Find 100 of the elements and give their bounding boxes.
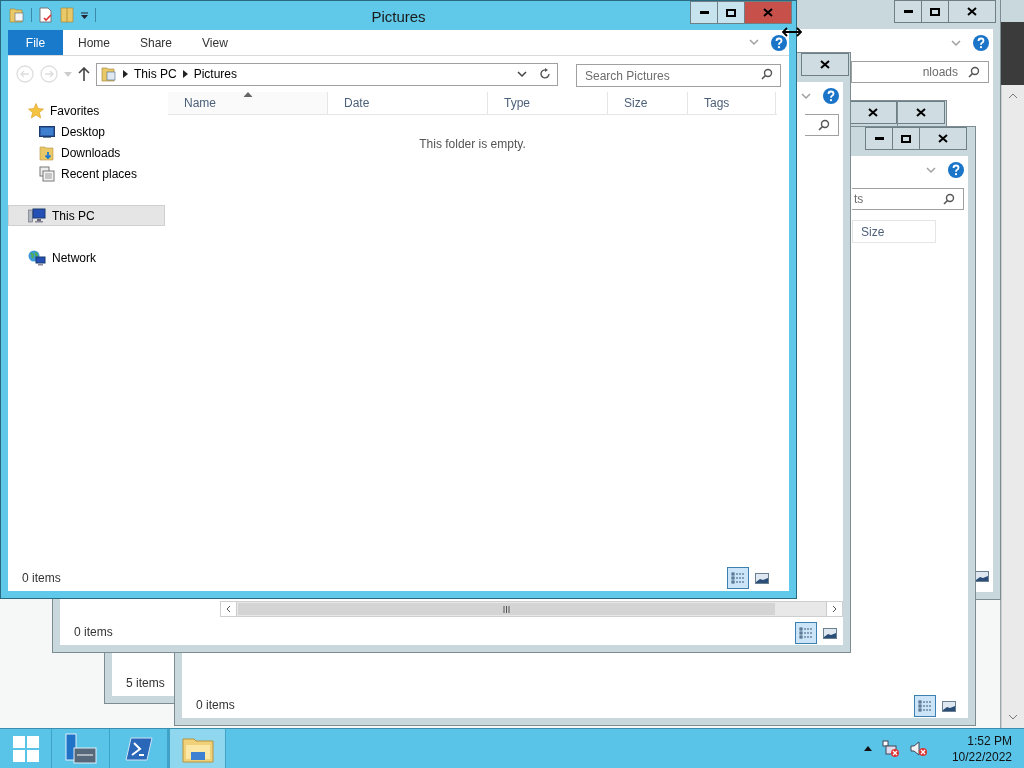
preview-pane-icon xyxy=(755,572,769,584)
details-view-icon xyxy=(799,627,813,639)
minimize-icon xyxy=(903,10,913,13)
dropdown-arrow-icon[interactable] xyxy=(80,10,89,20)
powershell-icon xyxy=(124,736,153,761)
column-header[interactable]: Type xyxy=(488,92,608,114)
close-icon xyxy=(916,108,926,117)
navigation-item[interactable]: Recent places xyxy=(8,163,165,184)
search-icon xyxy=(818,119,830,131)
computer-icon xyxy=(28,207,46,224)
close-icon xyxy=(763,8,773,17)
file-tab[interactable]: File xyxy=(8,30,63,55)
maximize-button[interactable] xyxy=(893,128,920,149)
search-field[interactable] xyxy=(805,114,839,136)
minimize-button[interactable] xyxy=(866,128,893,149)
breadcrumb-arrow-icon[interactable] xyxy=(123,70,128,78)
maximize-icon xyxy=(726,8,736,17)
up-arrow-icon[interactable] xyxy=(78,67,90,81)
dark-toolbar xyxy=(1001,22,1024,85)
help-icon[interactable] xyxy=(973,35,989,51)
network-icon xyxy=(28,249,46,266)
preview-pane-icon xyxy=(823,627,837,639)
column-header[interactable]: Size xyxy=(608,92,688,114)
folder-icon xyxy=(101,66,117,82)
navigation-item[interactable]: This PC xyxy=(8,205,165,226)
help-icon[interactable] xyxy=(771,34,787,51)
document-check-icon[interactable] xyxy=(38,7,54,23)
ribbon-tab[interactable]: View xyxy=(187,30,243,55)
close-icon xyxy=(868,108,878,117)
close-button[interactable] xyxy=(802,54,848,75)
chevron-left-icon xyxy=(226,605,231,613)
monitor-icon xyxy=(39,125,55,138)
search-field[interactable]: nloads xyxy=(851,61,989,83)
minimize-button[interactable] xyxy=(691,2,718,23)
navigation-item[interactable]: Downloads xyxy=(8,142,165,163)
close-icon xyxy=(967,7,977,16)
chevron-right-icon xyxy=(832,605,837,613)
scroll-up-icon[interactable] xyxy=(1008,93,1018,99)
navigation-item[interactable]: Favorites xyxy=(8,100,165,121)
scroll-down-icon[interactable] xyxy=(1008,714,1018,720)
status-text: 0 items xyxy=(74,624,113,641)
clock-time[interactable]: 1:52 PM xyxy=(967,732,1012,749)
help-icon[interactable] xyxy=(823,88,839,104)
close-icon xyxy=(938,134,948,143)
ribbon-tab[interactable]: Home xyxy=(63,30,125,55)
column-header[interactable]: Date xyxy=(328,92,488,114)
minimize-button[interactable] xyxy=(895,1,922,22)
search-field[interactable]: ts xyxy=(852,188,964,210)
show-hidden-icons-icon[interactable] xyxy=(863,746,872,751)
server-manager-icon xyxy=(63,732,98,765)
network-error-icon[interactable] xyxy=(881,739,900,758)
resize-cursor-icon xyxy=(782,27,802,37)
scrollbar-thumb[interactable] xyxy=(238,603,775,615)
ribbon-tab[interactable]: Share xyxy=(125,30,188,55)
chevron-down-icon[interactable] xyxy=(517,70,527,78)
status-text: 0 items xyxy=(22,570,61,587)
maximize-icon xyxy=(901,134,911,143)
speaker-muted-icon[interactable] xyxy=(909,739,928,758)
minimize-icon xyxy=(874,137,884,140)
help-icon[interactable] xyxy=(948,162,964,178)
close-button[interactable] xyxy=(920,128,966,149)
close-button[interactable] xyxy=(949,1,995,22)
address-bar[interactable]: This PC Pictures xyxy=(96,62,558,86)
column-header[interactable]: Size xyxy=(852,220,936,243)
vertical-scrollbar[interactable] xyxy=(1001,85,1024,728)
windows-logo-icon xyxy=(12,735,39,762)
taskbar-app-button[interactable] xyxy=(168,729,226,768)
status-text: 5 items xyxy=(126,675,165,692)
sort-arrow-icon xyxy=(243,92,252,97)
folder-properties-icon[interactable] xyxy=(9,7,25,23)
close-button[interactable] xyxy=(850,102,896,123)
search-icon xyxy=(761,67,773,80)
column-header[interactable]: Name xyxy=(168,92,328,114)
scroll-left-button[interactable] xyxy=(221,602,237,616)
search-icon xyxy=(968,66,980,78)
refresh-icon[interactable] xyxy=(539,68,551,80)
clock-date[interactable]: 10/22/2022 xyxy=(951,748,1012,765)
recent-places-icon xyxy=(39,165,55,182)
close-icon xyxy=(820,60,830,69)
maximize-icon xyxy=(930,7,940,16)
breadcrumb-item[interactable]: Pictures xyxy=(193,65,238,83)
details-view-icon xyxy=(731,572,745,584)
download-folder-icon xyxy=(39,144,55,161)
maximize-button[interactable] xyxy=(922,1,949,22)
navigation-item[interactable]: Desktop xyxy=(8,121,165,142)
window-title: Pictures xyxy=(371,7,426,27)
navigation-item[interactable]: Network xyxy=(8,247,165,268)
search-icon xyxy=(943,193,955,205)
column-header[interactable]: Tags xyxy=(688,92,776,114)
scroll-right-button[interactable] xyxy=(826,602,842,616)
horizontal-scrollbar[interactable] xyxy=(220,601,843,617)
search-field[interactable]: Search Pictures xyxy=(576,64,781,87)
breadcrumb-item[interactable]: This PC xyxy=(134,65,177,83)
maximize-button[interactable] xyxy=(718,2,745,23)
close-button[interactable] xyxy=(898,102,944,123)
preview-pane-icon xyxy=(942,700,956,712)
grip-icon xyxy=(503,605,510,613)
breadcrumb-arrow-icon[interactable] xyxy=(182,70,188,78)
minimize-icon xyxy=(699,11,709,14)
empty-folder-message: This folder is empty. xyxy=(419,137,526,151)
